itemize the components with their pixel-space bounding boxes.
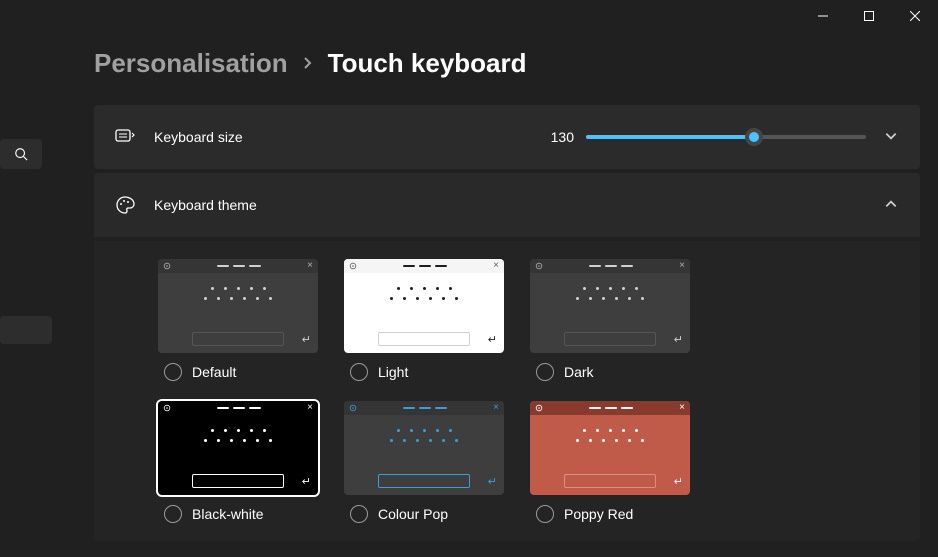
slider-thumb[interactable] — [745, 128, 763, 146]
theme-thumbnail[interactable]: ×↵ — [530, 259, 690, 353]
nav-item-selected[interactable] — [0, 316, 52, 344]
maximize-icon — [864, 11, 874, 21]
theme-label: Black-white — [192, 506, 264, 522]
theme-option-default[interactable]: ×↵Default — [158, 259, 318, 381]
close-icon: × — [679, 403, 685, 413]
keyboard-size-value: 130 — [551, 129, 574, 145]
theme-thumbnail[interactable]: ×↵ — [158, 259, 318, 353]
enter-icon: ↵ — [302, 475, 311, 488]
theme-radio[interactable] — [536, 505, 554, 523]
keyboard-size-slider[interactable] — [586, 135, 866, 139]
maximize-button[interactable] — [846, 0, 892, 32]
search-icon — [14, 147, 28, 161]
chevron-right-icon — [302, 52, 314, 75]
enter-icon: ↵ — [674, 475, 683, 488]
collapse-keyboard-theme[interactable] — [884, 197, 900, 213]
gear-icon — [163, 262, 171, 270]
window-controls — [800, 0, 938, 32]
theme-label: Default — [192, 364, 236, 380]
gear-icon — [163, 404, 171, 412]
minimize-button[interactable] — [800, 0, 846, 32]
theme-panel: ×↵Default×↵Light×↵Dark×↵Black-white×↵Col… — [94, 241, 920, 541]
breadcrumb: Personalisation Touch keyboard — [94, 48, 920, 79]
chevron-down-icon — [884, 129, 898, 143]
theme-radio[interactable] — [350, 505, 368, 523]
theme-radio[interactable] — [536, 363, 554, 381]
theme-label: Colour Pop — [378, 506, 448, 522]
close-button[interactable] — [892, 0, 938, 32]
theme-option-poppyred[interactable]: ×↵Poppy Red — [530, 401, 690, 523]
theme-grid: ×↵Default×↵Light×↵Dark×↵Black-white×↵Col… — [158, 259, 856, 523]
setting-keyboard-size[interactable]: Keyboard size 130 — [94, 105, 920, 169]
main-content: Personalisation Touch keyboard Keyboard … — [94, 48, 920, 557]
gear-icon — [349, 262, 357, 270]
enter-icon: ↵ — [488, 475, 497, 488]
gear-icon — [535, 262, 543, 270]
slider-fill — [586, 135, 754, 139]
theme-option-dark[interactable]: ×↵Dark — [530, 259, 690, 381]
theme-label: Poppy Red — [564, 506, 633, 522]
gear-icon — [349, 404, 357, 412]
minimize-icon — [818, 11, 828, 21]
theme-thumbnail[interactable]: ×↵ — [158, 401, 318, 495]
breadcrumb-parent[interactable]: Personalisation — [94, 48, 288, 79]
close-icon: × — [679, 261, 685, 271]
keyboard-size-label: Keyboard size — [154, 129, 243, 145]
theme-option-blackwhite[interactable]: ×↵Black-white — [158, 401, 318, 523]
enter-icon: ↵ — [488, 333, 497, 346]
theme-thumbnail[interactable]: ×↵ — [344, 401, 504, 495]
left-nav-rail — [0, 0, 48, 557]
chevron-up-icon — [884, 197, 898, 211]
close-icon: × — [493, 403, 499, 413]
expand-keyboard-size[interactable] — [884, 129, 900, 145]
theme-label: Light — [378, 364, 408, 380]
close-icon: × — [307, 403, 313, 413]
theme-option-light[interactable]: ×↵Light — [344, 259, 504, 381]
enter-icon: ↵ — [674, 333, 683, 346]
gear-icon — [535, 404, 543, 412]
theme-radio[interactable] — [164, 363, 182, 381]
close-icon: × — [493, 261, 499, 271]
theme-radio[interactable] — [164, 505, 182, 523]
enter-icon: ↵ — [302, 333, 311, 346]
keyboard-theme-label: Keyboard theme — [154, 197, 257, 213]
theme-thumbnail[interactable]: ×↵ — [344, 259, 504, 353]
theme-option-colourpop[interactable]: ×↵Colour Pop — [344, 401, 504, 523]
search-button[interactable] — [0, 139, 42, 169]
close-icon — [910, 11, 920, 21]
page-title: Touch keyboard — [328, 48, 527, 79]
theme-radio[interactable] — [350, 363, 368, 381]
setting-keyboard-theme[interactable]: Keyboard theme — [94, 173, 920, 237]
theme-thumbnail[interactable]: ×↵ — [530, 401, 690, 495]
theme-label: Dark — [564, 364, 594, 380]
keyboard-icon — [114, 127, 136, 147]
close-icon: × — [307, 261, 313, 271]
palette-icon — [114, 195, 136, 215]
